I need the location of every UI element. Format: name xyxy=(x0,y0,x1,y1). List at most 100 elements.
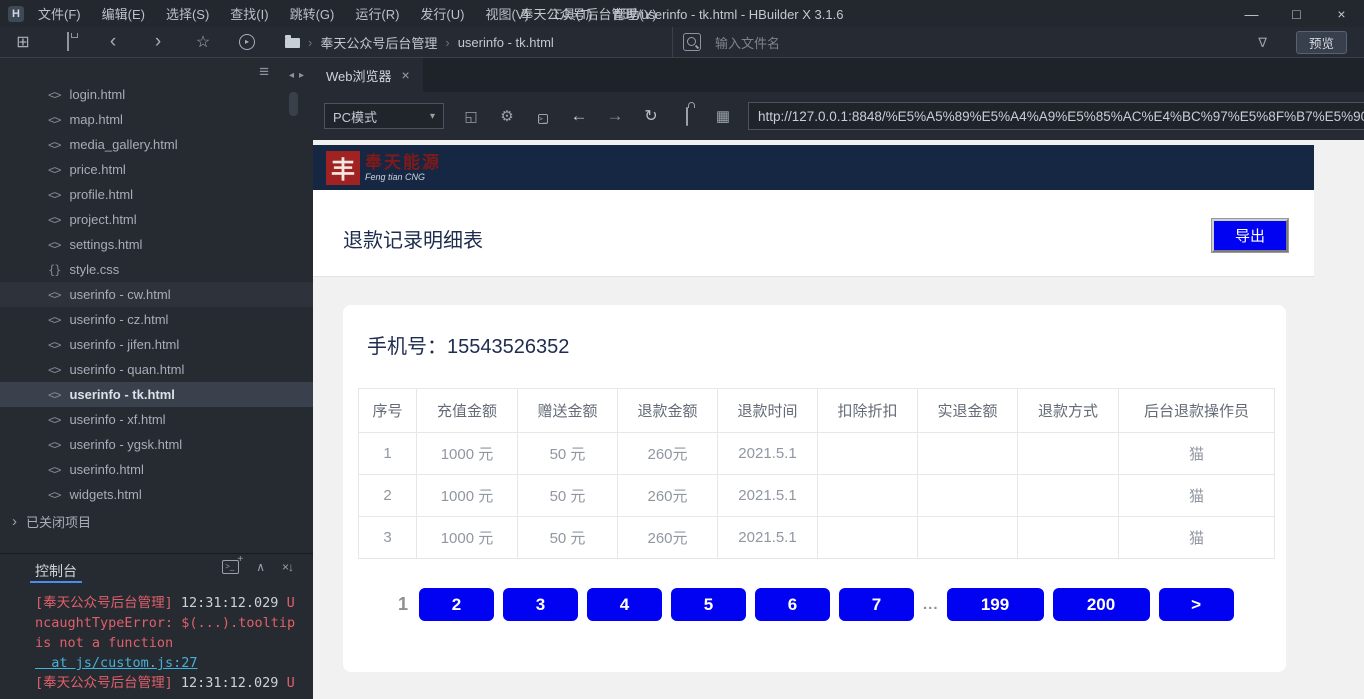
table-row: 31000 元50 元260元2021.5.1猫 xyxy=(359,517,1275,559)
sidebar-item-media-gallery-html[interactable]: <>media_gallery.html xyxy=(0,132,313,157)
html-file-icon: <> xyxy=(48,138,60,152)
menu-t[interactable]: 工具(T) xyxy=(546,2,597,25)
star-icon[interactable]: ☆ xyxy=(194,32,212,52)
sidebar-item-settings-html[interactable]: <>settings.html xyxy=(0,232,313,257)
clear-console-icon[interactable]: ×↓ xyxy=(282,560,293,574)
tab-scroll-left-icon[interactable]: ◂ xyxy=(289,70,294,81)
refresh-icon[interactable]: ↻ xyxy=(642,106,660,126)
page-button-3[interactable]: 3 xyxy=(503,588,578,621)
filter-icon[interactable]: ∇ xyxy=(1258,35,1267,51)
close-button[interactable]: × xyxy=(1319,0,1364,27)
refund-table: 序号充值金额赠送金额退款金额退款时间扣除折扣实退金额退款方式后台退款操作员 11… xyxy=(358,388,1275,559)
sidebar-item-userinfo-ygsk-html[interactable]: <>userinfo - ygsk.html xyxy=(0,432,313,457)
menu-v[interactable]: 视图(V) xyxy=(481,2,532,25)
sidebar-item-login-html[interactable]: <>login.html xyxy=(0,82,313,107)
menu-g[interactable]: 跳转(G) xyxy=(286,2,339,25)
table-cell: 260元 xyxy=(618,517,718,559)
export-button[interactable]: 导出 xyxy=(1212,219,1288,252)
tab-web-browser[interactable]: ◂ ▸ Web浏览器 × xyxy=(313,58,423,92)
console-log-segment: ncaughtTypeError: $(...).tooltip xyxy=(35,615,295,631)
sidebar-item-userinfo-quan-html[interactable]: <>userinfo - quan.html xyxy=(0,357,313,382)
collapse-panel-icon[interactable]: ∧ xyxy=(256,560,265,574)
console-log-segment: [奉天公众号后台管理] xyxy=(35,595,173,611)
sidebar-item-project-html[interactable]: <>project.html xyxy=(0,207,313,232)
table-row: 21000 元50 元260元2021.5.1猫 xyxy=(359,475,1275,517)
tab-close-icon[interactable]: × xyxy=(402,67,410,83)
sidebar-item-map-html[interactable]: <>map.html xyxy=(0,107,313,132)
gear-icon[interactable]: ⚙ xyxy=(498,107,516,125)
page-button-5[interactable]: 5 xyxy=(671,588,746,621)
file-name: settings.html xyxy=(69,237,142,252)
console-tab[interactable]: 控制台 xyxy=(35,561,77,581)
pagination-ellipsis: ... xyxy=(923,596,939,613)
sidebar-item-userinfo-cw-html[interactable]: <>userinfo - cw.html xyxy=(0,282,313,307)
sidebar-item-userinfo-html[interactable]: <> userinfo.html xyxy=(0,457,313,482)
new-file-icon[interactable]: ⊞ xyxy=(14,32,32,52)
sidebar-item-userinfo-xf-html[interactable]: <>userinfo - xf.html xyxy=(0,407,313,432)
console-log: [奉天公众号后台管理] 12:31:12.029 UncaughtTypeErr… xyxy=(0,583,313,693)
menu-y[interactable]: 帮助(Y) xyxy=(609,2,660,25)
next-page-button[interactable]: > xyxy=(1159,588,1234,621)
table-cell: 260元 xyxy=(618,433,718,475)
menu-r[interactable]: 运行(R) xyxy=(351,2,403,25)
file-name: userinfo.html xyxy=(69,462,143,477)
menu-u[interactable]: 发行(U) xyxy=(416,2,468,25)
page-button-4[interactable]: 4 xyxy=(587,588,662,621)
html-file-icon: <> xyxy=(48,463,60,477)
table-cell: 50 元 xyxy=(518,475,618,517)
sidebar-item-userinfo-jifen-html[interactable]: <>userinfo - jifen.html xyxy=(0,332,313,357)
sidebar-item-style-css[interactable]: {}style.css xyxy=(0,257,313,282)
breadcrumb-project[interactable]: 奉天公众号后台管理 xyxy=(320,33,437,52)
menu-s[interactable]: 选择(S) xyxy=(162,2,213,25)
breadcrumb-file[interactable]: userinfo - tk.html xyxy=(458,35,554,50)
sidebar-item-price-html[interactable]: <>price.html xyxy=(0,157,313,182)
brand-name-cn: 奉天能源 xyxy=(365,154,441,171)
run-icon[interactable]: ▸ xyxy=(239,34,255,50)
tab-label: Web浏览器 xyxy=(326,66,392,85)
save-icon[interactable] xyxy=(59,33,77,51)
page-button-7[interactable]: 7 xyxy=(839,588,914,621)
table-header-cell: 后台退款操作员 xyxy=(1119,389,1275,433)
tree-menu-icon[interactable]: ≡ xyxy=(259,62,269,82)
sidebar-item-profile-html[interactable]: <>profile.html xyxy=(0,182,313,207)
closed-projects-section[interactable]: › 已关闭项目 xyxy=(0,508,313,534)
sidebar-item-userinfo-tk-html[interactable]: <> userinfo - tk.html xyxy=(0,382,313,407)
sidebar-item-widgets-html[interactable]: <>widgets.html xyxy=(0,482,313,507)
html-file-icon: <> xyxy=(48,388,60,402)
file-search-input[interactable]: 输入文件名 xyxy=(672,27,1255,57)
file-name: userinfo - cw.html xyxy=(69,287,170,302)
navigate-back-icon[interactable]: ‹ xyxy=(104,35,122,49)
browser-forward-icon[interactable]: → xyxy=(606,106,624,126)
menu-i[interactable]: 查找(I) xyxy=(226,2,272,25)
unlock-icon[interactable] xyxy=(678,108,696,125)
table-cell: 1 xyxy=(359,433,417,475)
devtools-icon[interactable]: >_ xyxy=(534,108,552,125)
tree-scrollbar-thumb[interactable] xyxy=(289,92,298,116)
table-header-cell: 退款金额 xyxy=(618,389,718,433)
file-name: userinfo - tk.html xyxy=(69,387,174,402)
new-terminal-icon[interactable]: >_ xyxy=(222,560,239,574)
console-tab-underline xyxy=(30,581,82,583)
open-in-browser-icon[interactable]: ◱ xyxy=(462,108,480,125)
device-mode-select[interactable]: PC模式 ▾ xyxy=(324,103,444,129)
tab-scroll-right-icon[interactable]: ▸ xyxy=(299,70,304,81)
minimize-button[interactable]: — xyxy=(1229,0,1274,27)
menu-e[interactable]: 编辑(E) xyxy=(98,2,149,25)
current-page: 1 xyxy=(398,594,408,615)
maximize-button[interactable]: □ xyxy=(1274,0,1319,27)
brand-name-en: Feng tian CNG xyxy=(365,173,441,182)
navigate-forward-icon[interactable]: › xyxy=(149,35,167,49)
page-button-2[interactable]: 2 xyxy=(419,588,494,621)
sidebar-item-userinfo-cz-html[interactable]: <>userinfo - cz.html xyxy=(0,307,313,332)
preview-button[interactable]: 预览 xyxy=(1296,31,1347,54)
console-log-segment: 12:31:12.029 xyxy=(173,675,287,691)
page-button-6[interactable]: 6 xyxy=(755,588,830,621)
qr-code-icon[interactable]: ▦ xyxy=(714,107,732,125)
url-input[interactable]: http://127.0.0.1:8848/%E5%A5%89%E5%A4%A9… xyxy=(748,102,1364,130)
page-button-199[interactable]: 199 xyxy=(947,588,1044,621)
page-button-200[interactable]: 200 xyxy=(1053,588,1150,621)
console-log-link[interactable]: at js/custom.js:27 xyxy=(35,655,198,671)
browser-back-icon[interactable]: ← xyxy=(570,106,588,126)
table-cell xyxy=(918,475,1018,517)
menu-f[interactable]: 文件(F) xyxy=(34,2,85,25)
